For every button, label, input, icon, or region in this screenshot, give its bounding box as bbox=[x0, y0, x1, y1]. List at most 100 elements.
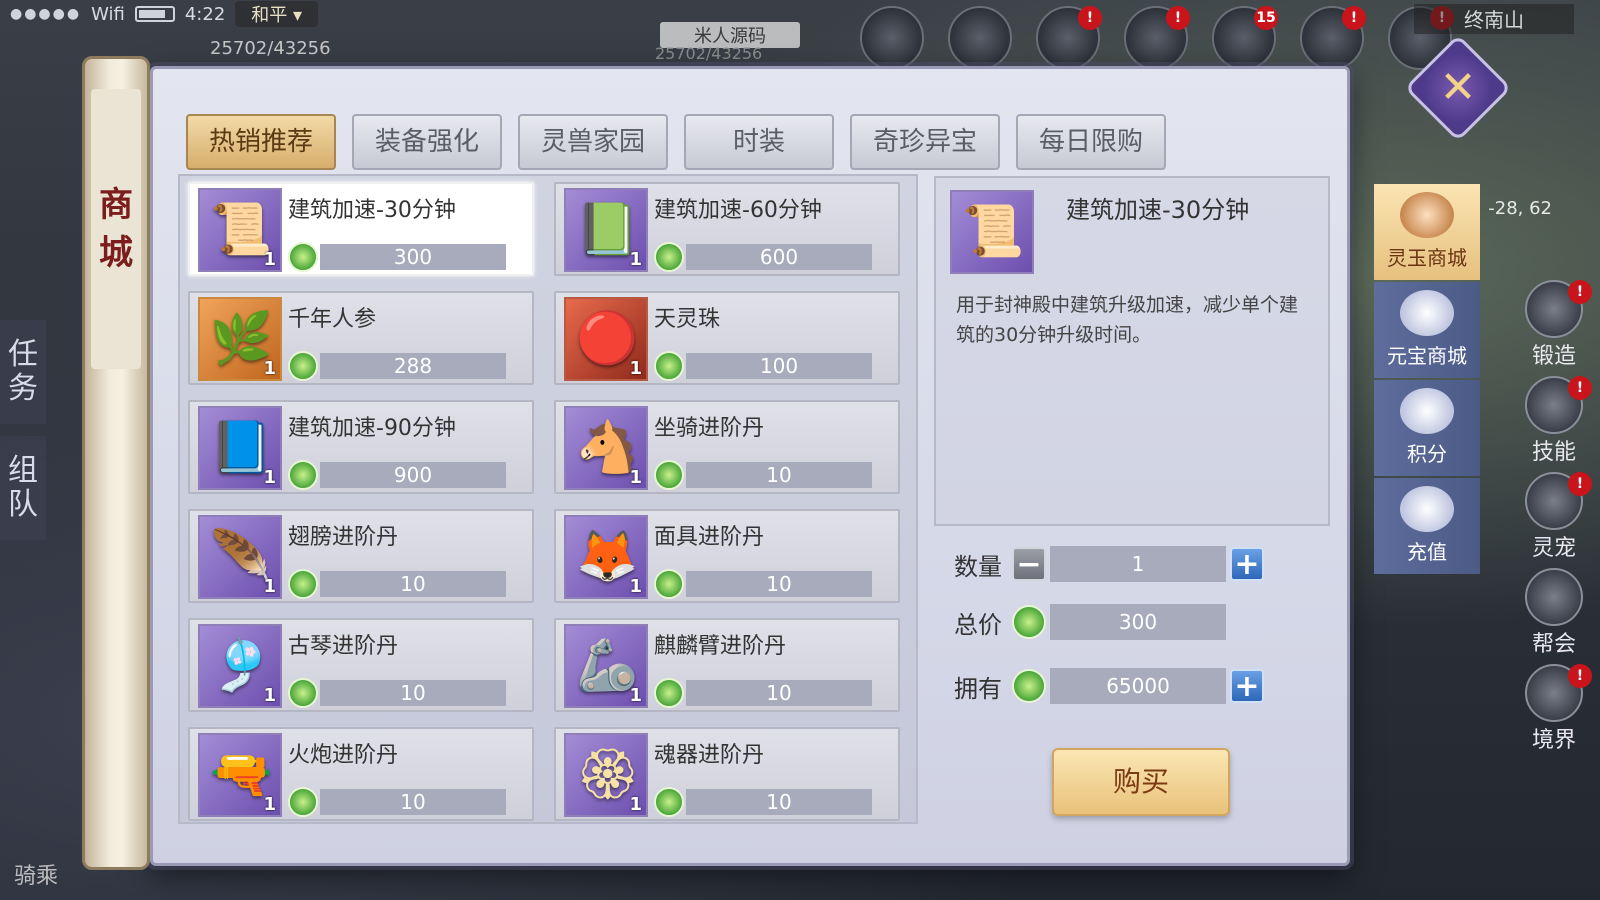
action-4[interactable]: 境界! bbox=[1514, 664, 1594, 760]
top-function-icons: !!15!! bbox=[860, 6, 1454, 70]
shop-item[interactable]: 🎐 1 古琴进阶丹 10 bbox=[188, 618, 534, 712]
shop-item[interactable]: 🦊 1 面具进阶丹 10 bbox=[554, 509, 900, 603]
action-1[interactable]: 技能! bbox=[1514, 376, 1594, 472]
shop-title-scroll: 商 城 bbox=[82, 56, 150, 870]
shop-item[interactable]: 🐴 1 坐骑进阶丹 10 bbox=[554, 400, 900, 494]
notification-badge: ! bbox=[1342, 6, 1366, 30]
notification-badge: ! bbox=[1166, 6, 1190, 30]
item-price: 10 bbox=[320, 571, 506, 597]
shop-item[interactable]: 📘 1 建筑加速-90分钟 900 bbox=[188, 400, 534, 494]
item-count: 1 bbox=[629, 358, 642, 379]
action-icon bbox=[1525, 568, 1583, 626]
shop-nav-0[interactable]: 灵玉商城 bbox=[1374, 184, 1480, 280]
tab-4[interactable]: 奇珍异宝 bbox=[850, 114, 1000, 170]
notification-badge: ! bbox=[1568, 664, 1592, 688]
shop-nav-icon bbox=[1400, 192, 1454, 238]
shop-item[interactable]: 🦾 1 麒麟臂进阶丹 10 bbox=[554, 618, 900, 712]
action-0[interactable]: 锻造! bbox=[1514, 280, 1594, 376]
team-tab[interactable]: 组队 bbox=[0, 436, 46, 540]
shop-item[interactable]: 🏵 1 魂器进阶丹 10 bbox=[554, 727, 900, 821]
shop-title-char-2: 城 bbox=[99, 233, 133, 273]
battle-icon[interactable] bbox=[948, 6, 1012, 70]
shop-item[interactable]: 📗 1 建筑加速-60分钟 600 bbox=[554, 182, 900, 276]
scroll-icon: 📜 1 bbox=[198, 188, 282, 272]
item-name: 建筑加速-30分钟 bbox=[288, 198, 456, 223]
jade-coin-icon bbox=[654, 351, 684, 381]
item-count: 1 bbox=[263, 685, 276, 706]
pk-mode-selector[interactable]: 和平 ▾ bbox=[235, 1, 319, 27]
tab-5[interactable]: 每日限购 bbox=[1016, 114, 1166, 170]
item-price: 288 bbox=[320, 353, 506, 379]
item-name: 建筑加速-90分钟 bbox=[288, 416, 456, 441]
shop-nav-1[interactable]: 元宝商城 bbox=[1374, 282, 1480, 378]
notification-badge: ! bbox=[1078, 6, 1102, 30]
horse-icon: 🐴 1 bbox=[564, 406, 648, 490]
notification-badge: 15 bbox=[1254, 6, 1278, 30]
scroll-icon: 📗 1 bbox=[564, 188, 648, 272]
jade-coin-icon bbox=[288, 242, 318, 272]
sword-icon[interactable]: 15 bbox=[1212, 6, 1278, 70]
item-count: 1 bbox=[629, 467, 642, 488]
owned-label: 拥有 bbox=[954, 674, 1002, 703]
mount-label[interactable]: 骑乘 bbox=[14, 858, 58, 890]
skill-icon[interactable]: ! bbox=[1036, 6, 1102, 70]
left-side-tabs: 任务 组队 bbox=[0, 320, 46, 552]
tab-1[interactable]: 装备强化 bbox=[352, 114, 502, 170]
item-count: 1 bbox=[629, 794, 642, 815]
notification-badge: ! bbox=[1568, 472, 1592, 496]
mask-icon[interactable]: ! bbox=[1124, 6, 1190, 70]
action-2[interactable]: 灵宠! bbox=[1514, 472, 1594, 568]
shop-item[interactable]: 🔴 1 天灵珠 100 bbox=[554, 291, 900, 385]
shop-item[interactable]: 🪶 1 翅膀进阶丹 10 bbox=[188, 509, 534, 603]
tab-0[interactable]: 热销推荐 bbox=[186, 114, 336, 170]
shop-item[interactable]: 🌿 1 千年人参 288 bbox=[188, 291, 534, 385]
action-3[interactable]: 帮会 bbox=[1514, 568, 1594, 664]
pk-mode-label: 和平 bbox=[251, 5, 288, 26]
notification-badge: ! bbox=[1568, 376, 1592, 400]
owned-amount: 65000 bbox=[1050, 668, 1226, 704]
jade-coin-icon bbox=[654, 242, 684, 272]
arm-icon: 🦾 1 bbox=[564, 624, 648, 708]
item-name: 天灵珠 bbox=[654, 307, 721, 332]
item-name: 火炮进阶丹 bbox=[288, 743, 399, 768]
event-icon[interactable] bbox=[860, 6, 924, 70]
scroll-icon: 📘 1 bbox=[198, 406, 282, 490]
quantity-decrease-button[interactable]: − bbox=[1012, 547, 1046, 581]
item-count: 1 bbox=[263, 794, 276, 815]
battery-icon bbox=[134, 6, 175, 22]
meditate-icon[interactable]: ! bbox=[1300, 6, 1366, 70]
item-grid: 📜 1 建筑加速-30分钟 300 📗 1 建筑加速-60分钟 600 🌿 1 千年人参 288 🔴 1 天… bbox=[178, 174, 918, 824]
shop-item[interactable]: 🔫 1 火炮进阶丹 10 bbox=[188, 727, 534, 821]
mask-icon: 🦊 1 bbox=[564, 515, 648, 599]
top-up-button[interactable]: + bbox=[1230, 669, 1264, 703]
shop-nav-3[interactable]: 充值 bbox=[1374, 478, 1480, 574]
action-label: 境界 bbox=[1531, 728, 1576, 753]
tab-2[interactable]: 灵兽家园 bbox=[518, 114, 668, 170]
task-tab[interactable]: 任务 bbox=[0, 320, 46, 424]
shop-nav-label: 灵玉商城 bbox=[1387, 246, 1467, 270]
detail-title: 建筑加速-30分钟 bbox=[1066, 196, 1250, 224]
close-icon: ✕ bbox=[1439, 62, 1477, 113]
wifi-label: Wifi bbox=[91, 3, 125, 25]
ginseng-icon: 🌿 1 bbox=[198, 297, 282, 381]
quantity-increase-button[interactable]: + bbox=[1230, 547, 1264, 581]
jade-coin-icon bbox=[288, 460, 318, 490]
jade-coin-icon bbox=[288, 678, 318, 708]
quantity-input[interactable]: 1 bbox=[1050, 546, 1226, 582]
detail-description: 用于封神殿中建筑升级加速，减少单个建筑的30分钟升级时间。 bbox=[956, 294, 1299, 346]
item-price: 100 bbox=[686, 353, 872, 379]
target-hp: 25702/43256 bbox=[655, 44, 763, 63]
map-location[interactable]: 终南山 bbox=[1414, 4, 1574, 34]
buy-button[interactable]: 购买 bbox=[1052, 748, 1230, 816]
tab-3[interactable]: 时装 bbox=[684, 114, 834, 170]
shop-item[interactable]: 📜 1 建筑加速-30分钟 300 bbox=[188, 182, 534, 276]
shop-nav-2[interactable]: 积分 bbox=[1374, 380, 1480, 476]
item-name: 麒麟臂进阶丹 bbox=[654, 634, 787, 659]
item-count: 1 bbox=[629, 576, 642, 597]
jade-coin-icon bbox=[288, 569, 318, 599]
clock: 4:22 bbox=[184, 3, 226, 25]
device-status-bar: ●●●●● Wifi 4:22 和平 ▾ bbox=[0, 0, 420, 28]
item-name: 坐骑进阶丹 bbox=[654, 416, 765, 441]
jade-coin-icon bbox=[288, 351, 318, 381]
shop-nav-label: 元宝商城 bbox=[1387, 344, 1467, 368]
